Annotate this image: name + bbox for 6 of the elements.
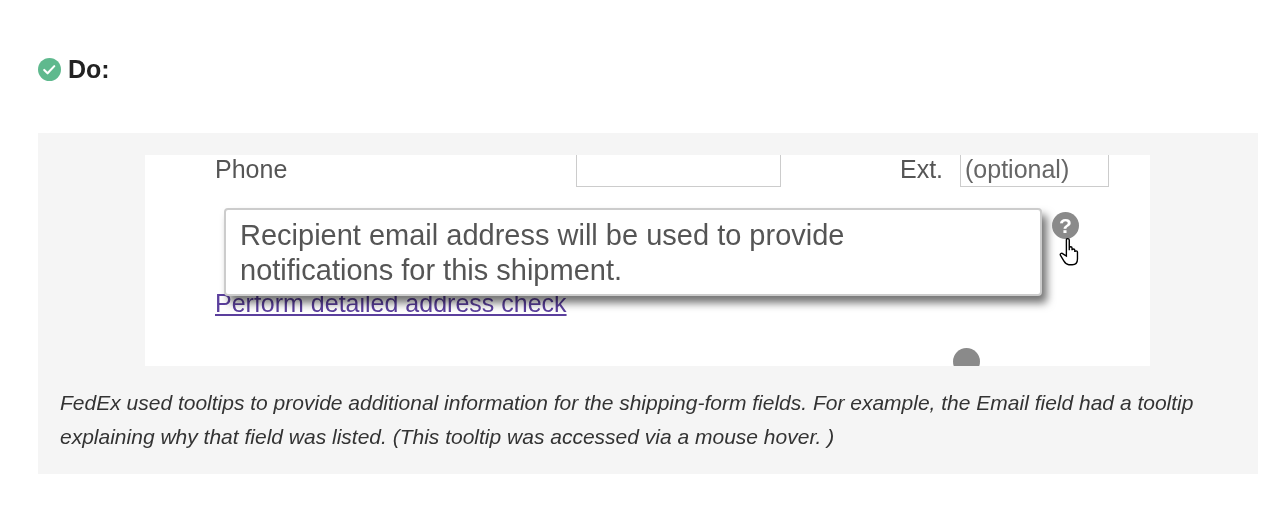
phone-label: Phone — [215, 155, 288, 184]
ext-field: (optional) — [960, 155, 1109, 187]
heading: Do: — [68, 54, 110, 84]
caption: FedEx used tooltips to provide additional information for the shipping-form fields. For example, the Email field had a tooltip explaining why that field was listed. (This tooltip was accessed via a mouse hover. ) — [60, 390, 1195, 450]
help-icon: ? — [1052, 212, 1079, 239]
ext-label: Ext. — [900, 155, 944, 184]
